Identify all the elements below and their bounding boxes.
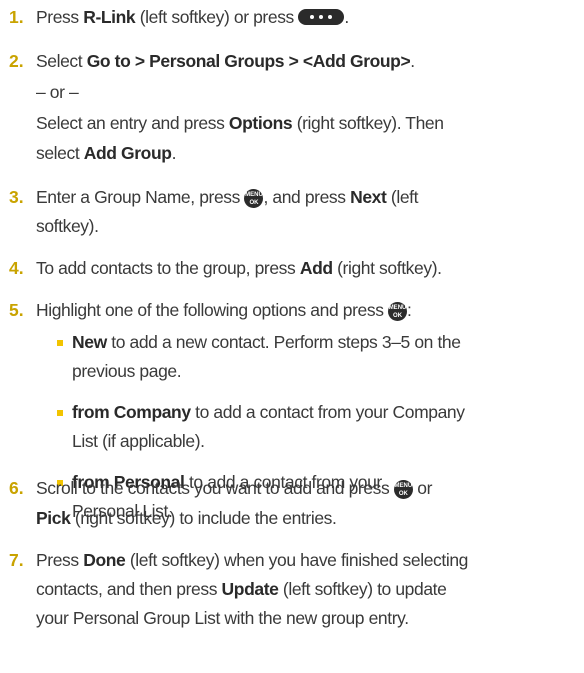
step-text-line: Highlight one of the following options a… [36, 300, 412, 321]
text-fragment: . [410, 51, 415, 71]
step-number: 1. [9, 7, 24, 27]
step-number: 2. [9, 51, 24, 71]
step-text-line: your Personal Group List with the new gr… [36, 608, 409, 628]
step-number: 5. [9, 300, 24, 320]
text-fragment: or [412, 478, 433, 498]
text-fragment: select [36, 143, 84, 163]
step-number: 6. [9, 478, 24, 498]
text-fragment: (left softkey) to update [278, 579, 447, 599]
text-fragment: – or – [36, 82, 79, 102]
text-fragment: . [171, 143, 177, 163]
text-fragment: Select an entry and press [36, 113, 229, 133]
bullet-text-line: from Company to add a contact from your … [72, 402, 465, 422]
step-text-line: contacts, and then press Update (left so… [36, 579, 447, 599]
key-name: from Company [72, 402, 191, 422]
step-text-line: Select an entry and press Options (right… [36, 113, 444, 133]
text-fragment: Select [36, 51, 87, 71]
key-name: Options [228, 113, 293, 133]
text-fragment: List (if applicable). [72, 431, 205, 451]
step-text-line: Select Go to > Personal Groups > <Add Gr… [36, 51, 415, 71]
text-fragment: (left softkey) or press [135, 7, 299, 27]
text-fragment: (right softkey). Then [292, 113, 444, 133]
step-text-line: – or – [36, 82, 79, 102]
text-fragment: previous page. [72, 361, 182, 381]
key-name: Add [299, 258, 333, 278]
bullet-marker [57, 340, 63, 346]
text-fragment: Highlight one of the following options a… [36, 300, 389, 320]
key-name: New [72, 332, 107, 352]
softkey-dots-icon [298, 9, 345, 26]
text-fragment: contacts, and then press [36, 579, 222, 599]
key-name: Done [83, 550, 126, 570]
step-number: 4. [9, 258, 24, 278]
menu-ok-icon: MENU OK [393, 479, 413, 499]
step-number: 3. [9, 187, 24, 207]
menu-ok-icon: MENU OK [244, 188, 264, 208]
menu-ok-icon: MENU OK [388, 301, 408, 321]
text-fragment: To add contacts to the group, press [36, 258, 300, 278]
step-text-line: To add contacts to the group, press Add … [36, 258, 442, 278]
text-fragment: Press [36, 7, 84, 27]
step-number: 7. [9, 550, 24, 570]
bullet-marker [57, 410, 63, 416]
text-fragment: Press [36, 550, 84, 570]
text-fragment: to add a new contact. Perform steps 3–5 … [106, 332, 461, 352]
step-text-line: select Add Group. [36, 143, 176, 163]
text-fragment: Enter a Group Name, press [36, 187, 245, 207]
key-name: Add Group [83, 143, 172, 163]
key-name: Go to > Personal Groups > <Add Group> [86, 51, 411, 71]
text-fragment: your Personal Group List with the new gr… [36, 608, 409, 628]
step-text-line: Press R-Link (left softkey) or press . [36, 7, 349, 27]
text-fragment: to add a contact from your Company [190, 402, 465, 422]
bullet-text-line: New to add a new contact. Perform steps … [72, 332, 461, 352]
bullet-text-line: previous page. [72, 361, 182, 381]
key-name: R-Link [83, 7, 136, 27]
text-fragment: (right softkey). [332, 258, 442, 278]
step-text-line: Enter a Group Name, press MENU OK, and pr… [36, 187, 418, 208]
step-text-line: Scroll to the contacts you want to add a… [36, 478, 432, 499]
text-fragment: (left [386, 187, 419, 207]
key-name: Update [221, 579, 279, 599]
step-text-line: Pick (right softkey) to include the entr… [36, 508, 337, 528]
bullet-text-line: List (if applicable). [72, 431, 205, 451]
text-fragment: . [344, 7, 349, 27]
text-fragment: : [407, 300, 412, 320]
key-name: Next [350, 187, 387, 207]
key-name: Pick [36, 508, 71, 528]
step-text-line: Press Done (left softkey) when you have … [36, 550, 468, 570]
text-fragment: (left softkey) when you have finished se… [125, 550, 469, 570]
text-fragment: Scroll to the contacts you want to add a… [36, 478, 394, 498]
step-text-line: softkey). [36, 216, 99, 236]
text-fragment: , and press [263, 187, 351, 207]
text-fragment: (right softkey) to include the entries. [70, 508, 337, 528]
text-fragment: softkey). [36, 216, 99, 236]
